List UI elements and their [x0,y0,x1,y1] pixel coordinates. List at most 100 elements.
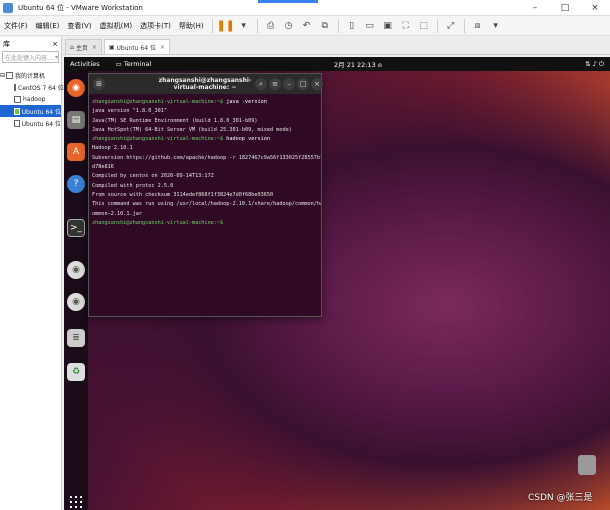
send-ctrl-alt-del-icon[interactable]: ⎙ [264,19,278,33]
volume-icon: ♪ [592,59,597,68]
home-folder-icon[interactable] [578,455,596,475]
home-icon: ⌂ [70,43,74,51]
tab-home[interactable]: ⌂ 主页 × [65,39,102,54]
vm-icon: ▣ [108,43,115,51]
tree-item-label: CentOS 7 64 位 [18,84,64,92]
show-applications-icon[interactable] [70,496,82,508]
search-placeholder: 在此处键入内容... [5,54,53,62]
toolbar-separator [256,18,258,33]
snapshot-icon[interactable]: ◷ [282,19,296,33]
clock[interactable]: 2月 21 22:13 ⍝ [334,59,382,70]
tab-ubuntu[interactable]: ▣ Ubuntu 64 位 × [103,39,170,54]
menu-bar: 文件(F) 编辑(E) 查看(V) 虚拟机(M) 选项卡(T) 帮助(H) ❚❚… [0,16,610,36]
app-menu-terminal[interactable]: ▭ Terminal [116,60,152,68]
minimize-icon[interactable]: – [283,78,295,90]
firefox-icon[interactable]: ◉ [67,79,85,97]
vm-running-icon [14,107,20,115]
tree-item-label: 我的计算机 [15,72,46,80]
close-tab-icon[interactable]: × [92,44,97,51]
stretch-view-icon[interactable]: ⤢ [444,19,458,33]
terminal-prompt: zhangsanshi@zhangsanshi-virtual-machine:… [92,136,224,143]
thumbnail-bar-icon[interactable]: ▭ [363,19,377,33]
help-icon[interactable]: ? [67,175,85,193]
window-title: Ubuntu 64 位 - VMware Workstation [18,3,143,12]
library-search-input[interactable]: 在此处键入内容... ▾ [2,51,59,63]
vmware-app-icon [3,2,13,13]
computer-icon [6,71,13,79]
snapshot-manager-icon[interactable]: ⧉ [318,19,332,33]
ubuntu-dock: ◉ ▤ A ? >_ ◉ ◉ ≣ ♻ [64,71,88,510]
toolbar-separator [211,18,213,33]
app-menu-label: Terminal [123,60,152,68]
new-tab-icon[interactable]: ⊞ [93,78,105,90]
chevron-down-icon[interactable]: ▾ [55,54,58,61]
dropdown-arrow-icon[interactable]: ▾ [489,19,503,33]
system-menu[interactable]: ⇅ ♪ ⏻ [585,60,604,69]
dropdown-arrow-icon[interactable]: ▾ [237,19,251,33]
unity-icon[interactable]: ⬚ [417,19,431,33]
title-accent-bar [258,0,318,3]
terminal-output-text: java version "1.8.0_301" Java(TM) SE Run… [92,108,292,133]
terminal-app-icon: ▭ [115,60,124,68]
power-icon: ⏻ [598,59,604,68]
tree-item-vm[interactable]: Ubuntu 64 位 [0,117,61,129]
tree-item-vm[interactable]: CentOS 7 64 位 [0,81,64,93]
sidebar-toggle-icon[interactable]: ▯ [345,19,359,33]
menu-view[interactable]: 查看(V) [63,21,95,31]
tab-label: 主页 [75,44,88,52]
search-icon[interactable]: ⌕ [255,78,267,90]
gnome-top-bar: Activities ▭ Terminal 2月 21 22:13 ⍝ ⇅ ♪ … [64,57,610,71]
close-icon[interactable]: × [311,78,323,90]
csdn-watermark: CSDN @张三是 [528,493,593,503]
terminal-output-text: Hadoop 2.10.1 Subversion https://github.… [92,145,321,217]
tree-item-label: Ubuntu 64 位 [21,120,61,128]
terminal-window[interactable]: ⊞ zhangsanshi@zhangsanshi-virtual-machin… [88,73,323,317]
maximize-button[interactable]: □ [550,0,580,16]
library-header: 库 × [0,37,61,51]
terminal-command: hadoop version [223,136,271,143]
dvd-icon[interactable]: ◉ [67,261,85,279]
vm-icon [14,83,16,91]
trash-icon[interactable]: ♻ [67,363,85,381]
library-close-icon[interactable]: × [52,40,58,48]
files-icon[interactable]: ▤ [67,111,85,129]
terminal-prompt: zhangsanshi@zhangsanshi-virtual-machine:… [92,99,224,105]
pause-icon[interactable]: ❚❚ [216,19,234,33]
menu-vm[interactable]: 虚拟机(M) [96,21,137,31]
software-center-icon[interactable]: A [67,143,85,161]
dvd-icon[interactable]: ◉ [67,293,85,311]
tree-item-vm-selected[interactable]: Ubuntu 64 位 [0,105,61,117]
tree-item-vm[interactable]: hadoop [0,93,61,105]
tab-bar: ⌂ 主页 × ▣ Ubuntu 64 位 × [63,37,610,55]
minimize-button[interactable]: – [520,0,550,16]
terminal-output[interactable]: zhangsanshi@zhangsanshi-virtual-machine:… [89,94,321,232]
library-panel: 库 × 在此处键入内容... ▾ ⊟ 我的计算机 CentOS 7 64 位 h… [0,37,64,510]
menu-edit[interactable]: 编辑(E) [32,21,64,31]
terminal-command: java -version [223,99,267,105]
close-tab-icon[interactable]: × [160,44,165,51]
menu-file[interactable]: 文件(F) [0,21,32,31]
close-button[interactable]: × [580,0,610,16]
console-view-icon[interactable]: ▣ [381,19,395,33]
menu-tabs[interactable]: 选项卡(T) [136,21,175,31]
tab-label: Ubuntu 64 位 [116,44,156,52]
toolbar-separator [463,18,465,33]
network-icon: ⇅ [585,59,591,68]
text-editor-icon[interactable]: ≣ [67,329,85,347]
activities-button[interactable]: Activities [70,60,100,68]
view-options-icon[interactable]: ⧈ [471,19,485,33]
terminal-prompt: zhangsanshi@zhangsanshi-virtual-machine:… [92,219,224,226]
terminal-dock-icon[interactable]: >_ [67,219,85,237]
library-tree: ⊟ 我的计算机 CentOS 7 64 位 hadoop Ubuntu 64 位… [0,69,64,129]
hamburger-menu-icon[interactable]: ≡ [269,78,281,90]
tree-item-my-computer[interactable]: ⊟ 我的计算机 [0,69,61,81]
snapshot-revert-icon[interactable]: ↶ [300,19,314,33]
title-bar: Ubuntu 64 位 - VMware Workstation – □ × [0,0,610,16]
vm-icon [14,95,21,103]
vm-console[interactable]: Activities ▭ Terminal 2月 21 22:13 ⍝ ⇅ ♪ … [64,57,610,510]
terminal-header: ⊞ zhangsanshi@zhangsanshi-virtual-machin… [89,74,323,94]
tree-item-label: Ubuntu 64 位 [21,108,61,116]
fullscreen-icon[interactable]: ⛶ [399,19,413,33]
menu-help[interactable]: 帮助(H) [175,21,208,31]
maximize-icon[interactable]: □ [297,78,309,90]
